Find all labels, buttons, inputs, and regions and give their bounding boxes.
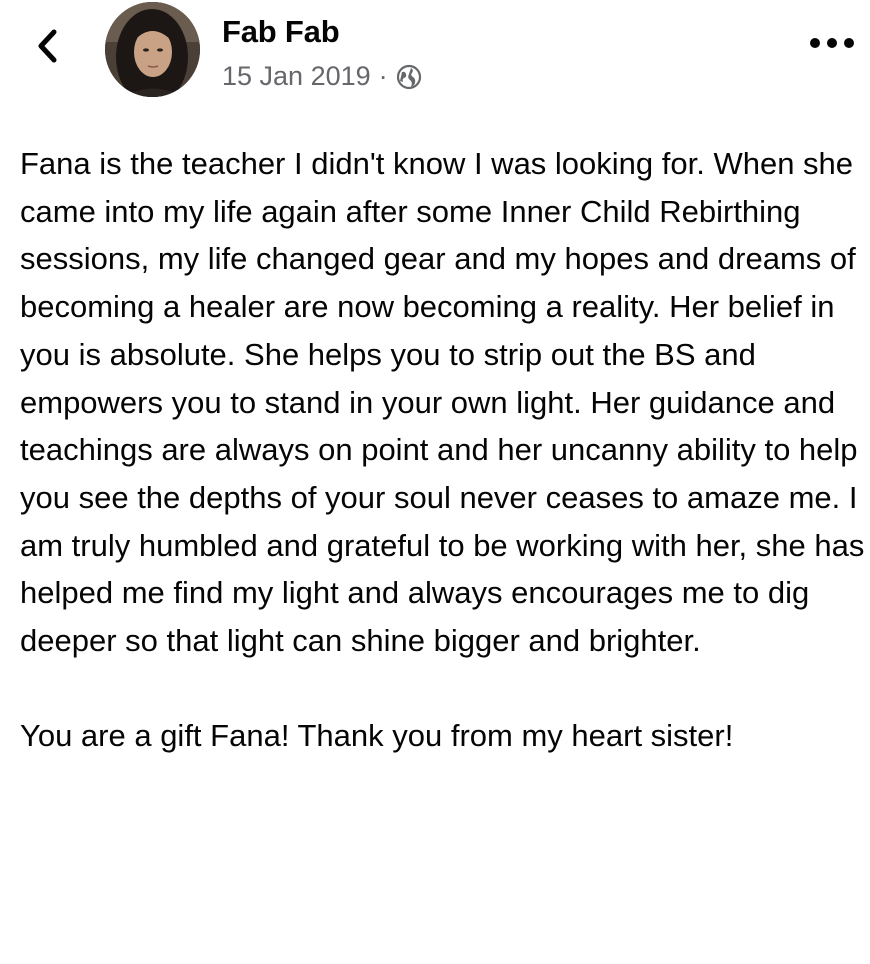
post-paragraph: Fana is the teacher I didn't know I was … xyxy=(20,146,865,659)
more-horizontal-icon xyxy=(810,38,820,48)
more-options-button[interactable] xyxy=(810,30,854,56)
globe-icon[interactable] xyxy=(396,64,422,90)
chevron-left-icon xyxy=(38,29,57,63)
post-meta: 15 Jan 2019 · xyxy=(222,61,422,92)
avatar[interactable] xyxy=(105,2,200,97)
author-name[interactable]: Fab Fab xyxy=(222,14,340,50)
back-button[interactable] xyxy=(30,26,64,66)
post-date[interactable]: 15 Jan 2019 xyxy=(222,61,371,92)
post-text: Fana is the teacher I didn't know I was … xyxy=(20,140,865,760)
meta-separator: · xyxy=(378,61,388,91)
post-paragraph: You are a gift Fana! Thank you from my h… xyxy=(20,718,734,754)
